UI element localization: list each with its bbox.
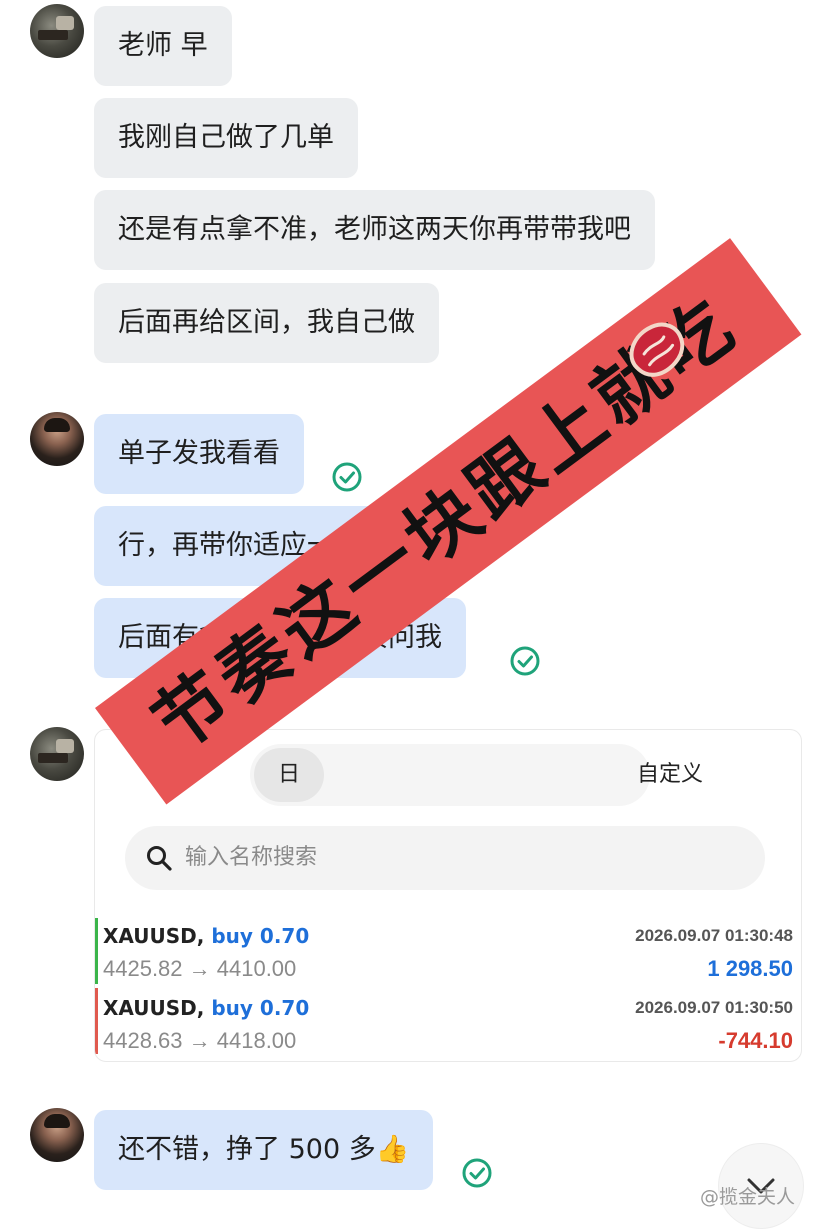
trade-time: 2026.09.07 01:30:48: [635, 926, 793, 945]
search-icon: [147, 846, 172, 871]
chat-bubble-outgoing[interactable]: 还不错，挣了 500 多👍: [94, 1110, 434, 1190]
chat-bubble-outgoing[interactable]: 单子发我看看: [94, 414, 304, 494]
chat-bubble-incoming[interactable]: 还是有点拿不准，老师这两天你再带带我吧: [94, 190, 655, 270]
message-text: 单子发我看看: [118, 438, 280, 469]
avatar-teacher[interactable]: [30, 412, 84, 466]
read-check-icon: [510, 646, 540, 676]
chat-bubble-incoming[interactable]: 老师 早: [94, 6, 232, 86]
avatar-customer[interactable]: [30, 4, 84, 58]
avatar-customer[interactable]: [30, 727, 84, 781]
segment-custom[interactable]: 自定义: [610, 748, 730, 802]
message-text: 后面再给区间，我自己做: [118, 307, 415, 338]
trade-status-bar: [95, 918, 98, 984]
chat-bubble-incoming[interactable]: 我刚自己做了几单: [94, 98, 358, 178]
read-check-icon: [332, 462, 362, 492]
avatar-teacher[interactable]: [30, 1108, 84, 1162]
chat-bubble-incoming[interactable]: 后面再给区间，我自己做: [94, 283, 439, 363]
trade-symbol: XAUUSD, buy 0.70: [103, 924, 310, 948]
trade-time: 2026.09.07 01:30:50: [635, 998, 793, 1017]
message-text: 还是有点拿不准，老师这两天你再带带我吧: [118, 214, 631, 245]
message-text: 还不错，挣了 500 多👍: [118, 1134, 410, 1165]
watermark: @揽金夫人: [700, 1186, 796, 1208]
message-text: 我刚自己做了几单: [118, 122, 334, 153]
search-input[interactable]: 输入名称搜索: [125, 826, 765, 890]
trade-prices: 4425.82 → 4410.00: [103, 956, 297, 981]
trade-prices: 4428.63 → 4418.00: [103, 1028, 297, 1053]
trade-pnl: 1 298.50: [707, 956, 793, 981]
message-text: 老师 早: [118, 30, 208, 61]
trade-status-bar: [95, 988, 98, 1054]
trade-symbol: XAUUSD, buy 0.70: [103, 996, 310, 1020]
segment-day[interactable]: 日: [254, 748, 324, 802]
trade-pnl: -744.10: [718, 1028, 793, 1053]
period-segmented-control[interactable]: 日 自定义: [250, 744, 703, 806]
read-check-icon: [462, 1158, 492, 1188]
search-placeholder: 输入名称搜索: [185, 845, 318, 870]
